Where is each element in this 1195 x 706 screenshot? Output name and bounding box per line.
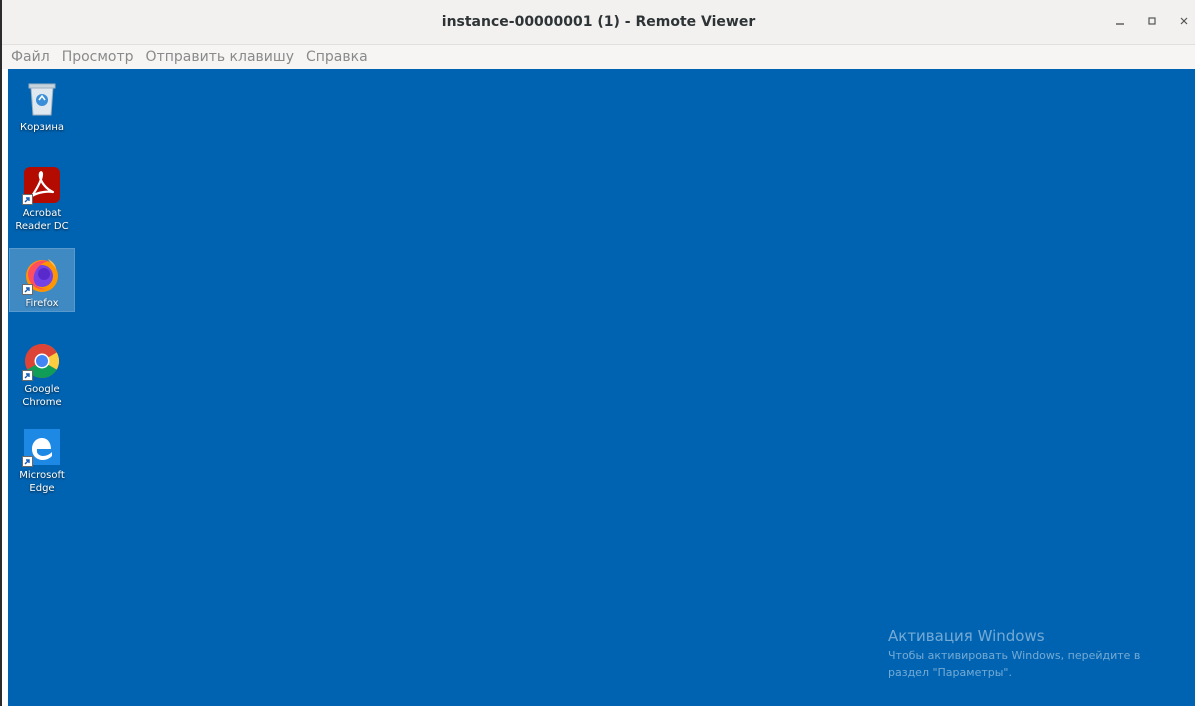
maximize-icon xyxy=(1148,17,1156,25)
shortcut-arrow-icon xyxy=(22,456,33,467)
shortcut-arrow-icon xyxy=(22,284,33,295)
minimize-button[interactable] xyxy=(1113,12,1127,30)
window-left-border xyxy=(0,0,2,706)
desktop-icon-label: Корзина xyxy=(19,122,65,133)
desktop-icon-firefox[interactable]: Firefox xyxy=(9,248,75,312)
desktop-icon-recycle-bin[interactable]: Корзина xyxy=(10,73,74,139)
desktop-icon-label: Firefox xyxy=(25,298,59,309)
title-bar[interactable]: instance-00000001 (1) - Remote Viewer xyxy=(2,0,1195,45)
remote-desktop[interactable]: Корзина Acrobat Reader DC Firefox Google… xyxy=(8,69,1195,706)
menu-help[interactable]: Справка xyxy=(305,49,369,65)
firefox-icon xyxy=(22,255,62,295)
watermark-title: Активация Windows xyxy=(888,627,1045,645)
shortcut-arrow-icon xyxy=(22,370,33,381)
close-button[interactable] xyxy=(1177,12,1191,30)
watermark-line-1: Чтобы активировать Windows, перейдите в xyxy=(888,649,1141,662)
desktop-icon-edge[interactable]: Microsoft Edge xyxy=(10,421,74,499)
desktop-icon-label: Microsoft Edge xyxy=(19,470,65,494)
menu-bar: Файл Просмотр Отправить клавишу Справка xyxy=(2,45,1195,69)
shortcut-arrow-icon xyxy=(22,194,33,205)
menu-view[interactable]: Просмотр xyxy=(61,49,135,65)
watermark-line-2: раздел "Параметры". xyxy=(888,666,1012,679)
window-title: instance-00000001 (1) - Remote Viewer xyxy=(441,14,756,30)
desktop-icon-acrobat[interactable]: Acrobat Reader DC xyxy=(10,159,74,237)
desktop-icon-label: Google Chrome xyxy=(22,384,62,408)
chrome-icon xyxy=(22,341,62,381)
menu-file[interactable]: Файл xyxy=(10,49,51,65)
desktop-icon-label: Acrobat Reader DC xyxy=(15,208,69,232)
desktop-icon-chrome[interactable]: Google Chrome xyxy=(10,335,74,413)
window-controls xyxy=(1113,12,1191,30)
edge-icon xyxy=(22,427,62,467)
maximize-button[interactable] xyxy=(1145,12,1159,30)
menu-send-key[interactable]: Отправить клавишу xyxy=(145,49,295,65)
close-icon xyxy=(1180,17,1188,25)
windows-activation-watermark: Активация Windows Чтобы активировать Win… xyxy=(888,625,1188,681)
acrobat-icon xyxy=(22,165,62,205)
recycle-bin-icon xyxy=(22,79,62,119)
minimize-icon xyxy=(1116,23,1124,25)
